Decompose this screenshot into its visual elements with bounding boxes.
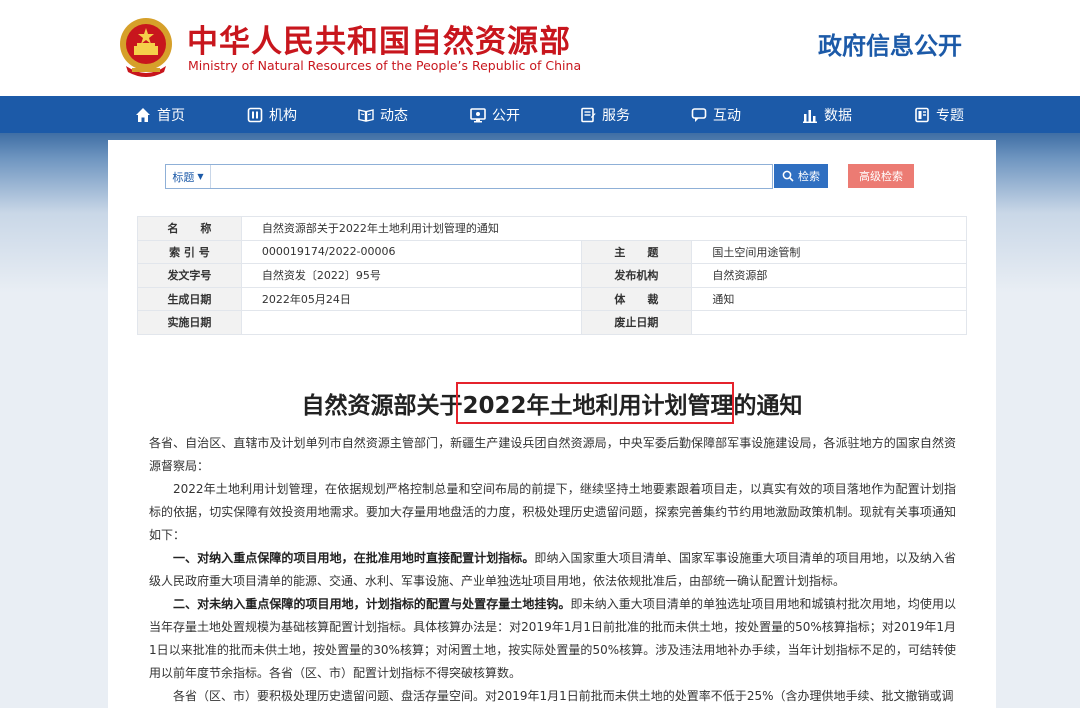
search-input[interactable] (212, 165, 766, 188)
chat-icon (691, 107, 707, 122)
section-3-paragraph: 各省（区、市）要积极处理历史遗留问题、盘活存量空间。对2019年1月1日前批而未… (173, 689, 954, 703)
nav-label: 公开 (492, 107, 520, 124)
meta-effective-label: 实施日期 (137, 310, 242, 335)
ministry-title-cn: 中华人民共和国自然资源部 (187, 24, 571, 60)
chevron-down-icon: ▼ (197, 172, 204, 181)
nav-item-service[interactable]: 服务 (580, 96, 630, 133)
nav-item-interaction[interactable]: 互动 (691, 96, 741, 133)
meta-date-label: 生成日期 (137, 286, 242, 311)
search-button[interactable]: 检索 (774, 164, 828, 188)
content-panel: 标题 ▼ 检索 高级检索 名 称 自然资源部关于2022年土地利用计划管理的通知… (108, 140, 996, 708)
nav-item-news[interactable]: 动态 (358, 96, 408, 133)
meta-effective-value (240, 310, 582, 335)
service-icon (581, 107, 596, 122)
topic-icon (915, 107, 929, 122)
meta-docno-label: 发文字号 (137, 263, 242, 288)
home-icon (136, 107, 150, 122)
nav-label: 动态 (380, 107, 408, 124)
meta-repeal-value (691, 310, 967, 335)
section-1-paragraph: 一、对纳入重点保障的项目用地，在批准用地时直接配置计划指标。即纳入国家重大项目清… (149, 547, 956, 593)
meta-repeal-label: 废止日期 (580, 310, 693, 335)
meta-issuer-value: 自然资源部 (691, 263, 967, 288)
intro-paragraph: 2022年土地利用计划管理，在依据规划严格控制总量和空间布局的前提下，继续坚持土… (149, 482, 956, 542)
section-2-heading: 二、对未纳入重点保障的项目用地，计划指标的配置与处置存量土地挂钩。 (173, 597, 571, 611)
search-bar: 标题 ▼ (165, 164, 773, 189)
meta-subject-value: 国土空间用途管制 (691, 239, 967, 264)
document-meta-table: 名 称 自然资源部关于2022年土地利用计划管理的通知 索 引 号 000019… (137, 216, 968, 335)
meta-name-label: 名 称 (137, 216, 242, 241)
nav-item-data[interactable]: 数据 (802, 96, 852, 133)
search-type-label: 标题 (172, 170, 195, 184)
meta-date-value: 2022年05月24日 (240, 286, 582, 311)
advanced-search-button[interactable]: 高级检索 (848, 164, 914, 188)
nav-item-topic[interactable]: 专题 (914, 96, 964, 133)
meta-index-label: 索 引 号 (137, 239, 242, 264)
ministry-title-en: Ministry of Natural Resources of the Peo… (188, 58, 582, 73)
nav-item-home[interactable]: 首页 (135, 96, 185, 133)
meta-genre-label: 体 裁 (580, 286, 693, 311)
data-icon (803, 109, 817, 123)
meta-index-value: 000019174/2022-00006 (240, 239, 582, 264)
news-icon (358, 108, 374, 122)
nav-item-disclosure[interactable]: 公开 (470, 96, 520, 133)
meta-subject-label: 主 题 (580, 239, 693, 264)
meta-issuer-label: 发布机构 (580, 263, 693, 288)
gov-info-disclosure-link[interactable]: 政府信息公开 (818, 26, 962, 61)
search-type-dropdown[interactable]: 标题 ▼ (166, 165, 211, 188)
nav-label: 机构 (269, 107, 297, 124)
meta-name-value: 自然资源部关于2022年土地利用计划管理的通知 (240, 216, 968, 241)
document-title: 自然资源部关于2022年土地利用计划管理的通知 (301, 393, 803, 419)
meta-genre-value: 通知 (691, 286, 967, 311)
search-button-label: 检索 (798, 170, 820, 183)
nav-label: 专题 (936, 107, 964, 124)
site-header: 中华人民共和国自然资源部 Ministry of Natural Resourc… (0, 0, 1080, 96)
nav-item-institution[interactable]: 机构 (247, 96, 297, 133)
nav-label: 互动 (713, 107, 741, 124)
addressee-paragraph: 各省、自治区、直辖市及计划单列市自然资源主管部门，新疆生产建设兵团自然资源局，中… (149, 436, 956, 473)
search-icon (782, 170, 794, 182)
nav-label: 数据 (824, 107, 852, 124)
section-2-paragraph: 二、对未纳入重点保障的项目用地，计划指标的配置与处置存量土地挂钩。即未纳入重大项… (149, 593, 956, 685)
section-1-heading: 一、对纳入重点保障的项目用地，在批准用地时直接配置计划指标。 (173, 551, 535, 565)
national-emblem-icon (120, 18, 172, 77)
nav-label: 服务 (602, 107, 630, 124)
main-nav: 首页 机构 动态 公开 服务 互动 数据 专题 (0, 96, 1080, 133)
institution-icon (247, 107, 263, 122)
document-body: 各省、自治区、直辖市及计划单列市自然资源主管部门，新疆生产建设兵团自然资源局，中… (149, 432, 956, 708)
meta-docno-value: 自然资发〔2022〕95号 (240, 263, 582, 288)
nav-label: 首页 (157, 107, 185, 124)
disclosure-icon (470, 107, 486, 122)
